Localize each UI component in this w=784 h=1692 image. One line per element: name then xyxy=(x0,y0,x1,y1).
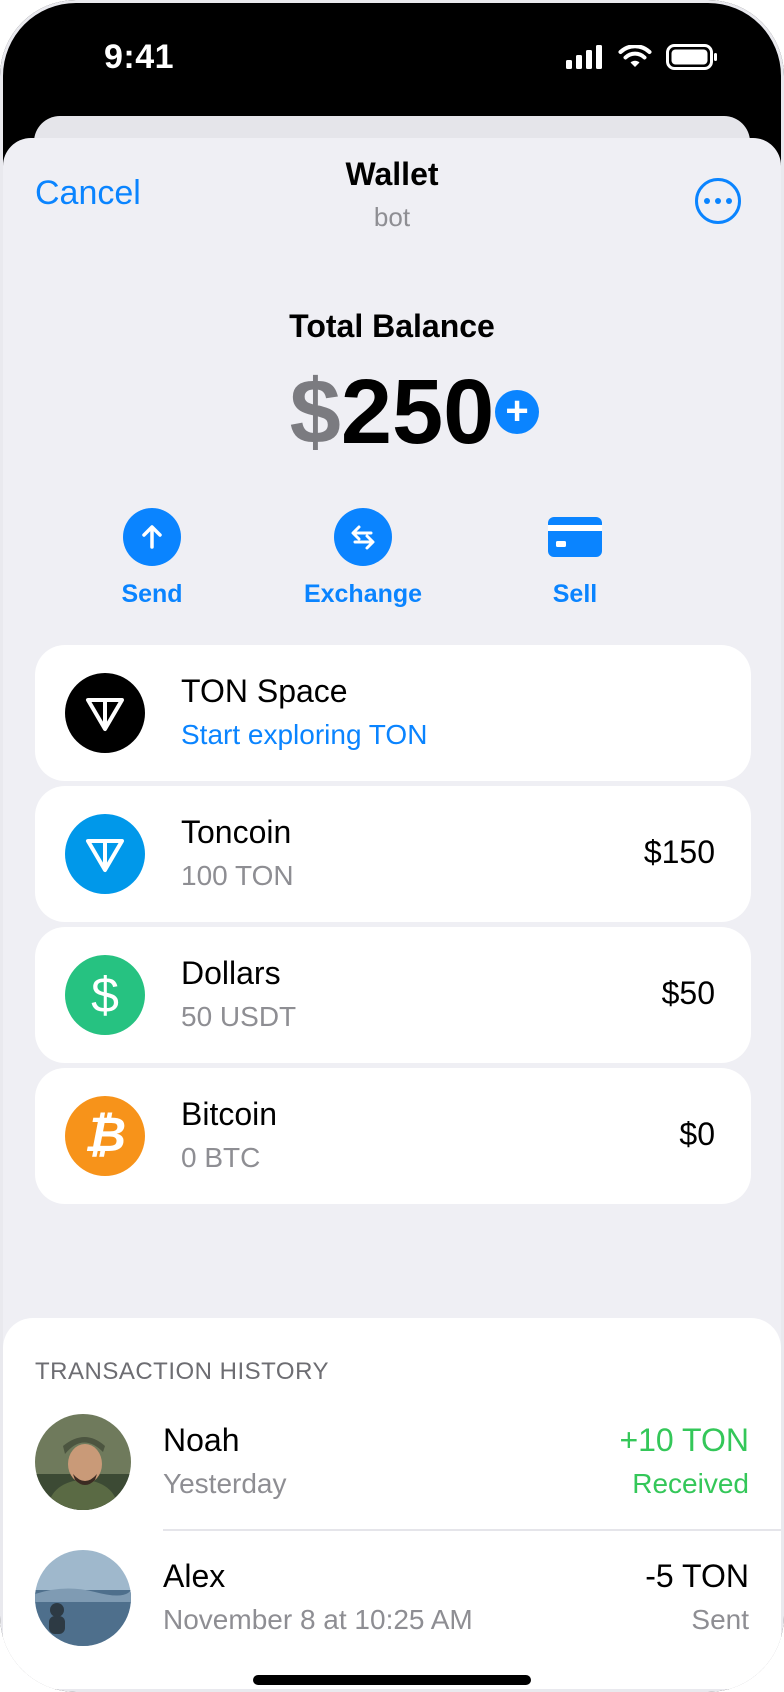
cellular-signal-icon xyxy=(566,45,602,69)
asset-dollars[interactable]: $ Dollars 50 USDT $50 xyxy=(35,927,751,1063)
more-options-button[interactable] xyxy=(695,178,741,224)
total-balance: $250 xyxy=(3,360,781,465)
balance-amount: 250 xyxy=(340,361,495,463)
asset-value: $0 xyxy=(679,1116,715,1152)
transaction-name: Alex xyxy=(163,1558,226,1594)
asset-toncoin[interactable]: Toncoin 100 TON $150 xyxy=(35,786,751,922)
swap-arrows-icon xyxy=(334,508,392,566)
more-dot-icon xyxy=(726,198,732,204)
add-funds-button[interactable]: + xyxy=(495,390,539,434)
transaction-amount: +10 TON xyxy=(619,1422,749,1458)
history-title: TRANSACTION HISTORY xyxy=(35,1358,329,1385)
toncoin-icon xyxy=(65,814,145,894)
page-subtitle: bot xyxy=(373,202,411,232)
phone-frame: 9:41 Cancel Wallet bot Total Balance $25… xyxy=(0,0,784,1692)
send-button[interactable]: Send xyxy=(52,508,252,609)
page-title: Wallet xyxy=(345,156,439,192)
total-balance-label: Total Balance xyxy=(289,308,495,344)
status-bar: 9:41 xyxy=(0,0,784,120)
wifi-icon xyxy=(618,45,652,67)
sell-button[interactable]: Sell xyxy=(475,508,675,609)
avatar xyxy=(35,1550,131,1646)
arrow-up-icon xyxy=(123,508,181,566)
row-divider xyxy=(163,1529,781,1531)
dollar-icon: $ xyxy=(65,955,145,1035)
transaction-row[interactable]: Alex November 8 at 10:25 AM -5 TON Sent xyxy=(3,1532,781,1668)
more-dot-icon xyxy=(704,198,710,204)
status-time: 9:41 xyxy=(104,38,175,76)
send-label: Send xyxy=(121,580,183,608)
status-icons xyxy=(566,44,718,70)
transaction-status: Sent xyxy=(691,1604,749,1635)
transaction-row[interactable]: Noah Yesterday +10 TON Received xyxy=(3,1396,781,1532)
transaction-date: November 8 at 10:25 AM xyxy=(163,1604,473,1635)
transaction-name: Noah xyxy=(163,1422,240,1458)
asset-bitcoin[interactable]: ₿ Bitcoin 0 BTC $0 xyxy=(35,1068,751,1204)
asset-amount: 100 TON xyxy=(181,860,294,891)
asset-value: $50 xyxy=(661,975,715,1011)
transaction-date: Yesterday xyxy=(163,1468,287,1499)
bitcoin-icon: ₿ xyxy=(65,1096,145,1176)
transaction-amount: -5 TON xyxy=(645,1558,749,1594)
asset-ton-space[interactable]: TON Space Start exploring TON xyxy=(35,645,751,781)
asset-name: Bitcoin xyxy=(181,1096,278,1132)
wallet-sheet: Cancel Wallet bot Total Balance $250 + S… xyxy=(3,138,781,1689)
avatar xyxy=(35,1414,131,1510)
asset-name: Dollars xyxy=(181,955,281,991)
more-dot-icon xyxy=(715,198,721,204)
asset-name: TON Space xyxy=(181,673,348,709)
asset-name: Toncoin xyxy=(181,814,292,850)
asset-value: $150 xyxy=(643,834,715,870)
exchange-button[interactable]: Exchange xyxy=(263,508,463,609)
credit-card-icon xyxy=(546,508,604,566)
balance-currency: $ xyxy=(289,361,341,463)
ton-space-icon xyxy=(65,673,145,753)
transaction-history: TRANSACTION HISTORY Noah Yesterday +10 T… xyxy=(3,1318,781,1689)
home-indicator xyxy=(253,1675,531,1685)
battery-icon xyxy=(666,44,717,70)
asset-amount: 50 USDT xyxy=(181,1001,297,1032)
sell-label: Sell xyxy=(552,580,598,608)
start-exploring-link[interactable]: Start exploring TON xyxy=(181,719,427,751)
asset-amount: 0 BTC xyxy=(181,1142,261,1173)
transaction-status: Received xyxy=(632,1468,749,1499)
exchange-label: Exchange xyxy=(303,580,423,608)
